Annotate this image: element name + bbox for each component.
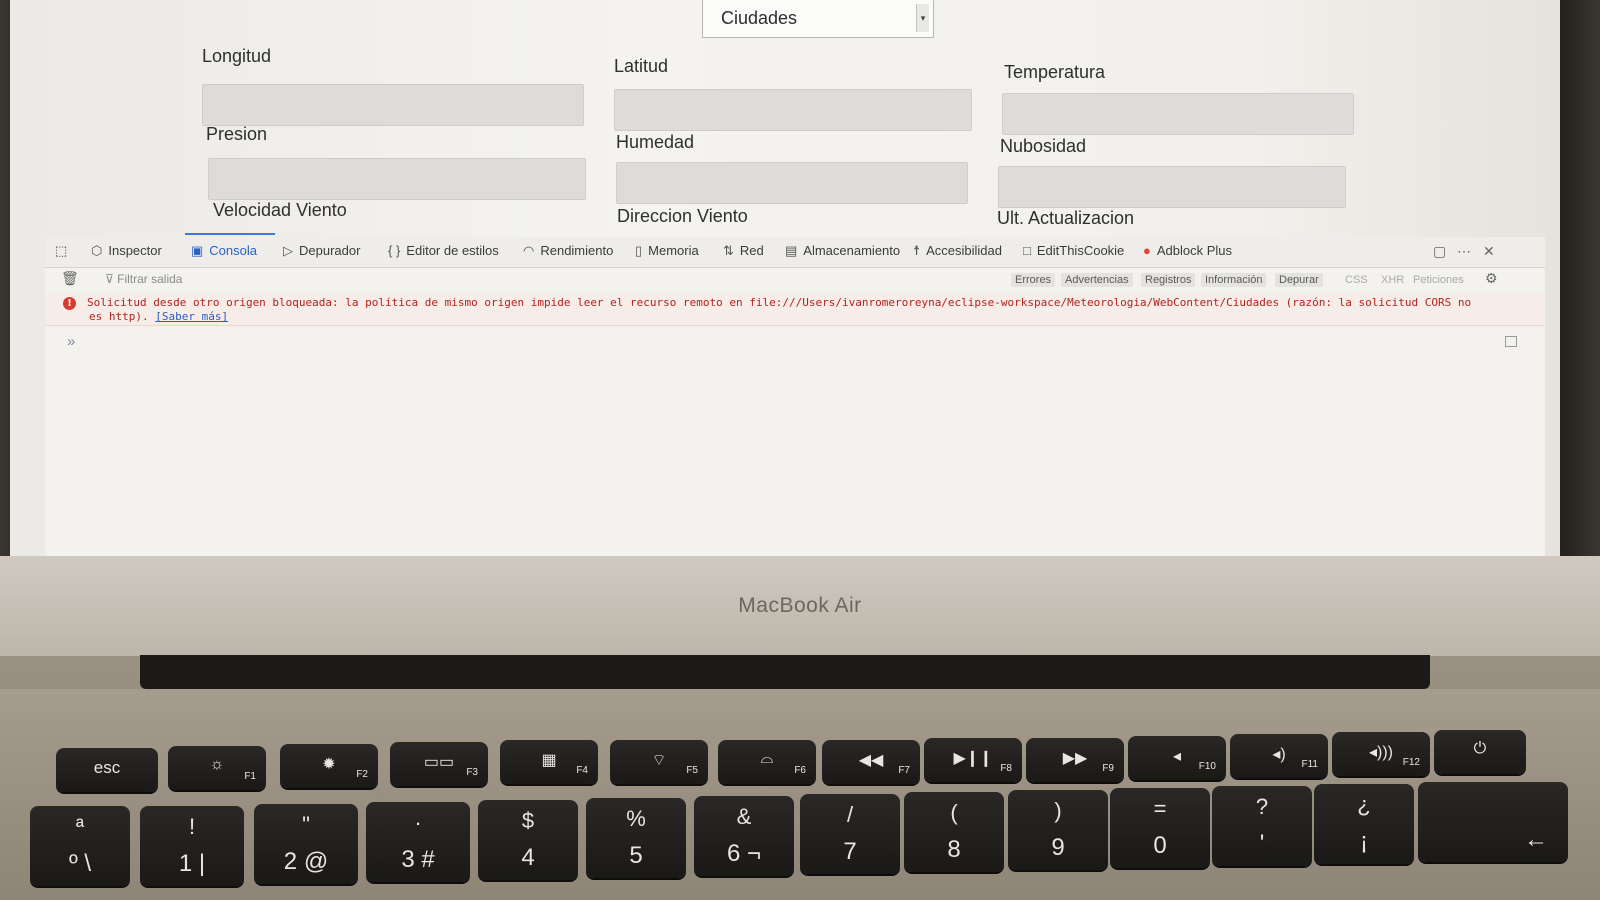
filter-registros[interactable]: Registros (1141, 273, 1196, 287)
filter-output-input[interactable]: ⊽ Filtrar salida (105, 272, 182, 286)
key-4[interactable]: $4 (478, 800, 578, 880)
key-8[interactable]: (8 (904, 792, 1004, 872)
key-ordinal[interactable]: ªº \ (30, 806, 130, 886)
key-3[interactable]: · 3 # (366, 802, 470, 882)
tab-rendimiento[interactable]: ◠ Rendimiento (523, 243, 613, 259)
filter-advertencias[interactable]: Advertencias (1061, 273, 1133, 287)
key-6[interactable]: & 6 ¬ (694, 796, 794, 876)
console-error-message: ! Solicitud desde otro origen bloqueada:… (45, 293, 1545, 326)
filter-depurar[interactable]: Depurar (1275, 273, 1323, 287)
adblock-icon: ● (1143, 243, 1151, 258)
console-filter-bar: 🗑 ⊽ Filtrar salida Errores Advertencias … (45, 267, 1545, 294)
key-backspace[interactable]: ← (1418, 782, 1568, 862)
key-5[interactable]: % 5 (586, 798, 686, 878)
key-2[interactable]: " 2 @ (254, 804, 358, 884)
tab-editthiscookie[interactable]: □ EditThisCookie (1023, 243, 1124, 258)
close-icon[interactable]: ✕ (1483, 243, 1495, 260)
tab-adblock-plus[interactable]: ● Adblock Plus (1143, 243, 1232, 258)
label-longitud: Longitud (202, 46, 272, 66)
key-f3[interactable]: ▭▭ F3 (390, 742, 488, 786)
key-power[interactable]: ⏻ (1434, 730, 1526, 774)
key-7[interactable]: /7 (800, 794, 900, 874)
key-f4[interactable]: ▦ F4 (500, 740, 598, 784)
key-f8[interactable]: ▶❙❙ F8 (924, 738, 1022, 782)
console-icon: ▣ (191, 243, 204, 258)
nubosidad-field[interactable] (998, 166, 1346, 208)
network-arrows-icon: ⇅ (723, 243, 734, 258)
power-icon: ⏻ (1473, 740, 1487, 757)
key-f10[interactable]: ◂ F10 (1128, 736, 1226, 780)
filter-errores[interactable]: Errores (1011, 273, 1056, 287)
device-label: MacBook Air (738, 594, 862, 617)
tab-red[interactable]: ⇅ Red (723, 243, 764, 259)
gauge-icon: ◠ (523, 243, 535, 258)
tab-accesibilidad[interactable]: ☨ Accesibilidad (913, 243, 1002, 259)
tab-editor-estilos[interactable]: { } Editor de estilos (388, 243, 499, 258)
tab-memoria[interactable]: ▯ Memoria (635, 243, 699, 259)
temperatura-field[interactable] (1002, 93, 1354, 135)
key-f12[interactable]: ◂))) F12 (1332, 732, 1430, 776)
error-text-line1: Solicitud desde otro origen bloqueada: l… (87, 296, 1472, 309)
laptop-hinge (140, 655, 1430, 689)
tab-inspector[interactable]: ⬡ Inspector (91, 243, 162, 259)
error-icon: ! (63, 297, 76, 310)
cookie-icon: □ (1023, 243, 1031, 258)
devtools-panel: ⬚ ⬡ Inspector ▣ Consola ▷ Depurador { } Edit… (45, 233, 1545, 556)
key-f9[interactable]: ▶▶ F9 (1026, 738, 1124, 782)
tab-consola[interactable]: ▣ Consola (191, 243, 257, 259)
key-esc[interactable]: esc (56, 748, 158, 792)
longitud-field[interactable] (202, 84, 584, 126)
label-nubosidad: Nubosidad (1000, 136, 1087, 156)
key-f1[interactable]: ☼ F1 (168, 746, 266, 790)
key-0[interactable]: = 0 (1110, 788, 1210, 868)
more-options-icon[interactable]: ⋯ (1457, 243, 1471, 260)
filter-peticiones[interactable]: Peticiones (1409, 273, 1468, 287)
split-console-icon[interactable] (1505, 336, 1517, 347)
key-1[interactable]: ! 1 | (140, 806, 244, 886)
storage-icon: ▤ (785, 243, 798, 258)
key-f7[interactable]: ◀◀ F7 (822, 740, 920, 784)
tab-almacenamiento[interactable]: ▤ Almacenamiento (785, 243, 900, 259)
tab-depurador[interactable]: ▷ Depurador (283, 243, 360, 259)
key-f6[interactable]: ⌓ F6 (718, 740, 816, 784)
devtools-toolbar: ⬚ ⬡ Inspector ▣ Consola ▷ Depurador { } Edit… (45, 233, 1545, 268)
label-temperatura: Temperatura (1004, 62, 1106, 82)
key-9[interactable]: ) 9 (1008, 790, 1108, 870)
browser-screen: Ciudades ▾ Longitud Latitud Temperatura … (10, 0, 1560, 556)
label-humedad: Humedad (616, 132, 695, 152)
label-latitud: Latitud (614, 56, 669, 76)
debugger-icon: ▷ (283, 243, 293, 258)
label-presion: Presion (206, 124, 268, 144)
filter-informacion[interactable]: Información (1201, 273, 1267, 287)
error-text-line2: es http). [Saber más] (89, 310, 229, 323)
active-tab-indicator (185, 233, 275, 235)
memory-icon: ▯ (635, 243, 643, 258)
presion-field[interactable] (208, 158, 586, 200)
key-f11[interactable]: ◂) F11 (1230, 734, 1328, 778)
gear-icon[interactable]: ⚙ (1485, 270, 1498, 287)
accessibility-icon: ☨ (913, 243, 921, 258)
key-apostrophe[interactable]: ? ' (1212, 786, 1312, 866)
dock-icon[interactable]: ▢ (1433, 243, 1446, 260)
backspace-arrow-icon: ← (1524, 826, 1548, 853)
console-prompt-icon[interactable]: » (67, 333, 75, 350)
label-velocidad-viento: Velocidad Viento (213, 200, 347, 220)
chevron-down-icon[interactable]: ▾ (916, 4, 929, 32)
filter-xhr[interactable]: XHR (1377, 273, 1408, 287)
inspector-icon: ⬡ (91, 243, 103, 258)
city-select-value: Ciudades (721, 8, 798, 28)
filter-css[interactable]: CSS (1341, 273, 1372, 287)
key-f5[interactable]: ⌔ F5 (610, 740, 708, 784)
city-select[interactable]: Ciudades ▾ (702, 0, 934, 38)
trash-icon[interactable]: 🗑 (61, 270, 79, 287)
label-ult-actualizacion: Ult. Actualizacion (997, 208, 1135, 228)
latitud-field[interactable] (614, 89, 972, 131)
braces-icon: { } (388, 243, 401, 258)
learn-more-link[interactable]: [Saber más] (155, 310, 228, 323)
humedad-field[interactable] (616, 162, 968, 204)
key-f2[interactable]: ✹ F2 (280, 744, 378, 788)
label-direccion-viento: Direccion Viento (617, 206, 748, 226)
key-inverted-exclamation[interactable]: ¿ ¡ (1314, 784, 1414, 864)
element-picker-icon[interactable]: ⬚ (55, 243, 67, 259)
